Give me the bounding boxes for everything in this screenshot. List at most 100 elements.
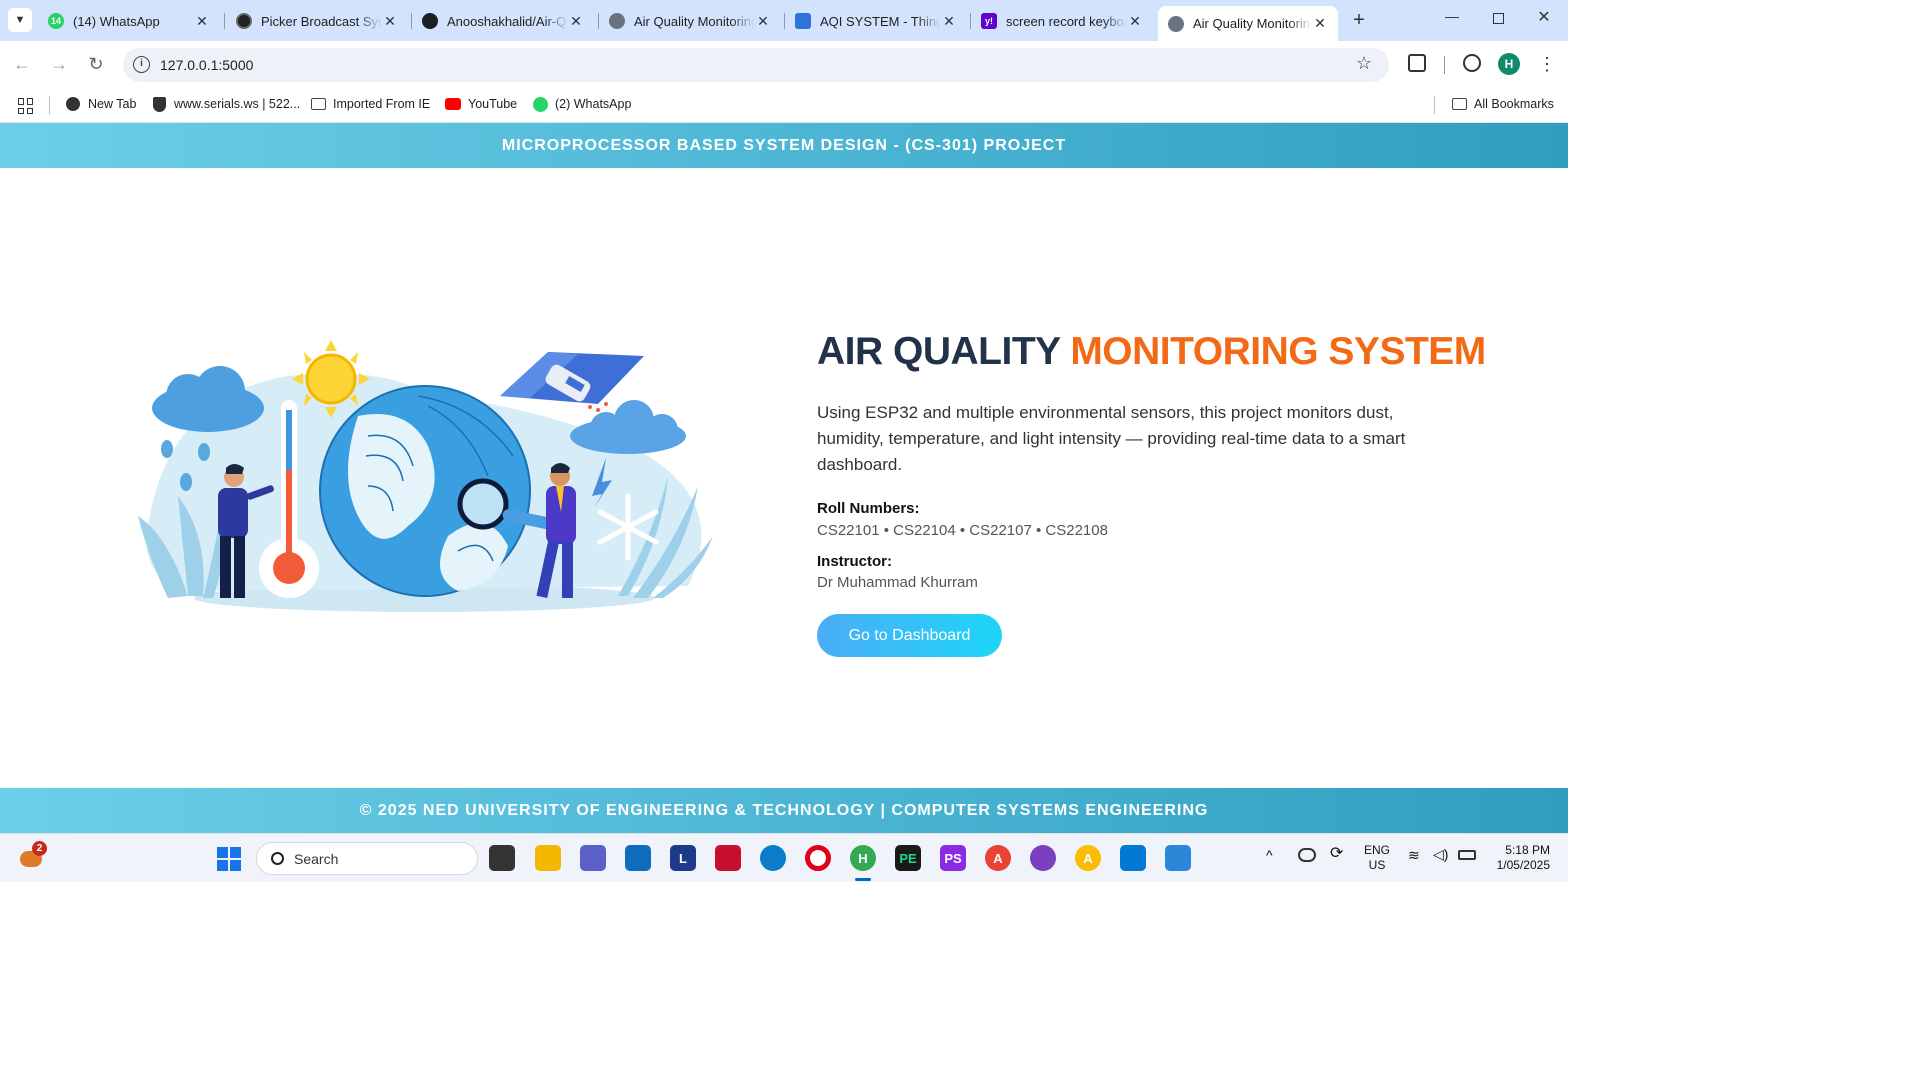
- weather-widget[interactable]: 2: [20, 841, 47, 869]
- bookmark-youtube[interactable]: YouTube: [445, 96, 517, 112]
- active-app-indicator: [855, 878, 871, 881]
- bookmark-whatsapp[interactable]: (2) WhatsApp: [532, 96, 631, 112]
- bookmark-imported-ie[interactable]: Imported From IE: [310, 96, 430, 112]
- chrome-profile-a-icon[interactable]: A: [985, 845, 1011, 871]
- teams-icon[interactable]: [580, 845, 606, 871]
- whatsapp-icon: [532, 96, 548, 112]
- task-view-icon[interactable]: [489, 845, 515, 871]
- app-label: PE: [899, 850, 917, 866]
- bookmark-serials[interactable]: www.serials.ws | 522...: [151, 96, 300, 112]
- github-icon: [422, 13, 438, 29]
- bookmark-new-tab[interactable]: New Tab: [65, 96, 136, 112]
- pycharm-icon[interactable]: PE: [895, 845, 921, 871]
- battery-icon[interactable]: [1458, 850, 1476, 860]
- chevron-down-icon: ▼: [14, 14, 26, 26]
- tab-aqi-system[interactable]: AQI SYSTEM - Things ✕: [785, 6, 967, 36]
- tab-divider: [224, 13, 225, 29]
- tab-air-quality-active[interactable]: Air Quality Monitoring ✕: [1158, 6, 1338, 41]
- lexicon-app-icon[interactable]: L: [670, 845, 696, 871]
- globe-icon: [65, 96, 81, 112]
- tab-title: Air Quality Monitoring: [1193, 16, 1312, 31]
- language-indicator[interactable]: ENG US: [1364, 843, 1390, 873]
- instructor-label: Instructor:: [817, 553, 892, 570]
- whatsapp-icon: 14: [48, 13, 64, 29]
- browser-tab-strip: ▼ 14 (14) WhatsApp ✕ Picker Broadcast Sy…: [0, 0, 1568, 41]
- close-icon[interactable]: ✕: [382, 13, 398, 30]
- page-title-main: AIR QUALITY: [817, 330, 1060, 373]
- menu-button[interactable]: ⋮: [1538, 52, 1556, 76]
- mcafee-icon[interactable]: [715, 845, 741, 871]
- profile-initial: A: [993, 850, 1003, 866]
- all-bookmarks[interactable]: All Bookmarks: [1451, 96, 1554, 112]
- yahoo-icon: y!: [981, 13, 997, 29]
- chrome-profile-h-icon[interactable]: H: [850, 845, 876, 871]
- taskbar-search[interactable]: Search: [256, 842, 478, 875]
- reload-button[interactable]: ↻: [84, 52, 108, 76]
- store-icon[interactable]: [625, 845, 651, 871]
- github-desktop-icon[interactable]: [1030, 845, 1056, 871]
- arrow-left-icon: ←: [13, 54, 31, 74]
- file-explorer-icon[interactable]: [535, 845, 561, 871]
- close-icon[interactable]: ✕: [941, 13, 957, 30]
- arrow-right-icon: →: [50, 54, 68, 74]
- vscode-icon[interactable]: [1120, 845, 1146, 871]
- close-icon[interactable]: ✕: [1127, 13, 1143, 30]
- chevron-up-icon[interactable]: ^: [1266, 848, 1273, 863]
- wifi-icon[interactable]: ≋: [1408, 848, 1420, 863]
- shield-icon: [151, 96, 167, 112]
- globe-icon: [609, 13, 625, 29]
- app-letter: L: [679, 850, 687, 866]
- site-info-icon[interactable]: i: [133, 56, 150, 73]
- new-tab-button[interactable]: +: [1348, 8, 1370, 32]
- tab-title: Anooshakhalid/Air-Q: [447, 13, 567, 29]
- satellite-icon: [500, 352, 644, 412]
- edge-icon[interactable]: [760, 845, 786, 871]
- tab-air-quality-1[interactable]: Air Quality Monitoring ✕: [599, 6, 781, 36]
- back-button[interactable]: ←: [10, 52, 34, 76]
- avatar[interactable]: H: [1498, 53, 1520, 75]
- bookmark-label: YouTube: [468, 97, 518, 111]
- apps-icon[interactable]: [18, 98, 34, 114]
- close-window-button[interactable]: ✕: [1532, 7, 1556, 31]
- start-button[interactable]: [217, 847, 241, 871]
- url-text[interactable]: 127.0.0.1:5000: [160, 57, 253, 73]
- chrome-profile-a2-icon[interactable]: A: [1075, 845, 1101, 871]
- tab-search-button[interactable]: ▼: [8, 8, 32, 32]
- site-footer: © 2025 NED UNIVERSITY OF ENGINEERING & T…: [0, 788, 1568, 833]
- star-icon[interactable]: ☆: [1356, 53, 1372, 74]
- onedrive-icon[interactable]: [1298, 848, 1316, 862]
- extensions-icon[interactable]: [1408, 54, 1426, 72]
- clock[interactable]: 5:18 PM 1/05/2025: [1488, 843, 1550, 873]
- address-bar[interactable]: i 127.0.0.1:5000 ☆: [123, 48, 1389, 82]
- reload-icon: ↻: [88, 54, 104, 74]
- tab-whatsapp[interactable]: 14 (14) WhatsApp ✕: [38, 6, 220, 36]
- close-icon[interactable]: ✕: [755, 13, 771, 30]
- browser-toolbar: ← → ↻ i 127.0.0.1:5000 ☆ H ⋮: [0, 41, 1568, 88]
- minimize-button[interactable]: —: [1440, 8, 1464, 32]
- forward-button[interactable]: →: [47, 52, 71, 76]
- tab-picker-broadcast[interactable]: Picker Broadcast Sync ✕: [226, 6, 408, 36]
- hero-illustration: [138, 340, 713, 612]
- go-to-dashboard-button[interactable]: Go to Dashboard: [817, 614, 1002, 657]
- tab-github[interactable]: Anooshakhalid/Air-Q ✕: [412, 6, 594, 36]
- volume-icon[interactable]: ◁): [1433, 847, 1448, 862]
- plus-icon: +: [1353, 9, 1365, 31]
- roll-numbers-label: Roll Numbers:: [817, 500, 920, 517]
- restore-button[interactable]: [1486, 10, 1510, 34]
- opera-icon[interactable]: [805, 845, 831, 871]
- photos-icon[interactable]: [1165, 845, 1191, 871]
- performance-icon[interactable]: [1463, 54, 1481, 72]
- close-icon[interactable]: ✕: [568, 13, 584, 30]
- language-code: ENG: [1364, 843, 1391, 857]
- close-icon[interactable]: ✕: [1312, 15, 1328, 32]
- sync-icon[interactable]: ⟳: [1330, 846, 1343, 862]
- phpstorm-icon[interactable]: PS: [940, 845, 966, 871]
- tab-screen-record[interactable]: y! screen record keyboard ✕: [971, 6, 1153, 36]
- close-icon[interactable]: ✕: [194, 13, 210, 30]
- taskbar: 2 Search L H PE PS A A ^ ⟳ ENG US ≋ ◁) 5…: [0, 833, 1568, 882]
- bookmark-label: Imported From IE: [333, 97, 431, 111]
- tab-title: screen record keyboard: [1006, 13, 1127, 29]
- bookmarks-divider: [1434, 96, 1435, 114]
- roll-numbers: CS22101 • CS22104 • CS22107 • CS22108: [817, 522, 1108, 539]
- clock-date: 1/05/2025: [1496, 858, 1550, 872]
